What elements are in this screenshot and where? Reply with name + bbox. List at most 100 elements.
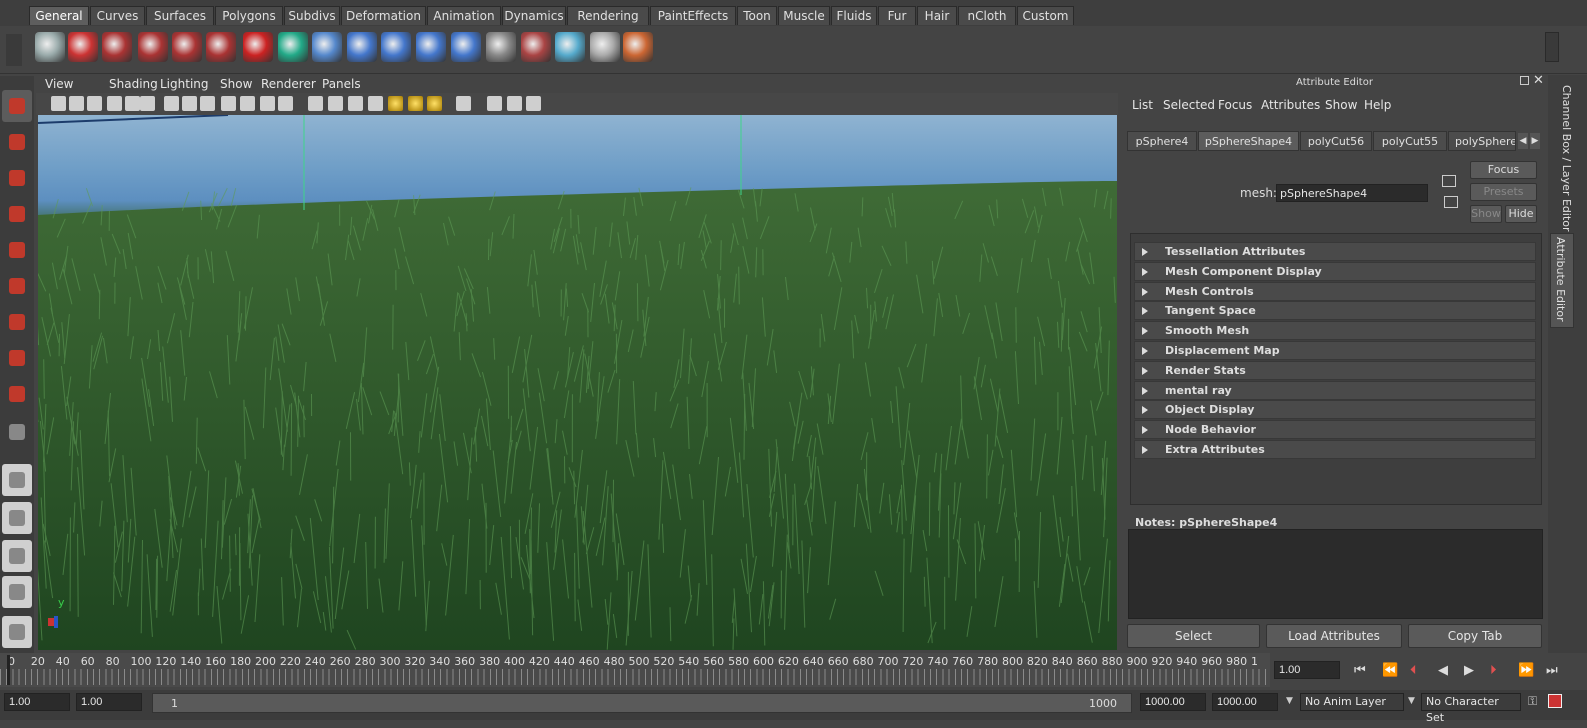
side-tab-attribute-editor[interactable]: Attribute Editor — [1554, 237, 1567, 322]
hierarchy2-icon[interactable] — [381, 32, 411, 62]
side-tab-channel-box[interactable]: Channel Box / Layer Editor — [1560, 85, 1573, 232]
shelf-tab-dynamics[interactable]: Dynamics — [502, 6, 566, 25]
viewport-tool-icon[interactable] — [125, 96, 140, 111]
last-tool-icon[interactable] — [2, 378, 32, 410]
tab-scroll-left-icon[interactable]: ◀ — [1518, 133, 1528, 149]
viewport-tool-icon[interactable] — [69, 96, 84, 111]
ae-menu-show[interactable]: Show — [1325, 98, 1357, 112]
node-tab-psphereshape4[interactable]: pSphereShape4 — [1198, 131, 1299, 151]
viewport-tool-icon[interactable] — [328, 96, 343, 111]
viewport-tool-icon[interactable] — [221, 96, 236, 111]
range-slider[interactable]: 1 1000 — [152, 693, 1132, 713]
tab-scroll-right-icon[interactable]: ▶ — [1530, 133, 1540, 149]
sphere-cube-icon[interactable] — [555, 32, 585, 62]
output-connection-icon[interactable] — [1444, 196, 1458, 208]
step-back-key-icon[interactable]: ⏪ — [1382, 663, 1398, 678]
section-object-display[interactable]: Object Display — [1134, 400, 1536, 420]
viewport-tool-icon[interactable] — [240, 96, 255, 111]
node-tab-psphere4[interactable]: pSphere4 — [1127, 131, 1197, 151]
section-node-behavior[interactable]: Node Behavior — [1134, 420, 1536, 440]
viewport-tool-icon[interactable] — [348, 96, 363, 111]
viewport-tool-icon[interactable] — [408, 96, 423, 111]
menu-view[interactable]: View — [45, 77, 73, 91]
end-time-field[interactable] — [1212, 693, 1278, 711]
input-connection-icon[interactable] — [1442, 175, 1456, 187]
ae-menu-help[interactable]: Help — [1364, 98, 1391, 112]
viewport-tool-icon[interactable] — [388, 96, 403, 111]
section-extra-attributes[interactable]: Extra Attributes — [1134, 440, 1536, 459]
step-forward-key-icon[interactable]: ⏩ — [1518, 663, 1534, 678]
blank-icon[interactable] — [2, 416, 32, 448]
manipulator-icon[interactable] — [2, 306, 32, 338]
shelf-tab-painteffects[interactable]: PaintEffects — [650, 6, 736, 25]
hierarchy4-icon[interactable] — [451, 32, 481, 62]
shelf-tab-custom[interactable]: Custom — [1017, 6, 1074, 25]
viewport-tool-icon[interactable] — [308, 96, 323, 111]
camera-aim-icon[interactable] — [138, 32, 168, 62]
play-backward-icon[interactable]: ◀ — [1438, 663, 1448, 678]
viewport-tool-icon[interactable] — [368, 96, 383, 111]
shelf-tab-curves[interactable]: Curves — [90, 6, 145, 25]
anim-layer-dropdown-icon[interactable]: ▼ — [1286, 696, 1293, 706]
time-slider[interactable]: 0 20 40 60 80 100 120 140 160 180 200 220 240 260 280 3… — [0, 653, 1270, 687]
menu-show[interactable]: Show — [220, 77, 252, 91]
go-to-start-icon[interactable]: ⏮ — [1354, 663, 1366, 678]
viewport-tool-icon[interactable] — [164, 96, 179, 111]
sphere-icon[interactable] — [312, 32, 342, 62]
viewport-tool-icon[interactable] — [278, 96, 293, 111]
paint-icon[interactable] — [623, 32, 653, 62]
shelf-tab-muscle[interactable]: Muscle — [778, 6, 830, 25]
load-attributes-button[interactable]: Load Attributes — [1266, 624, 1402, 648]
viewport-tool-icon[interactable] — [140, 96, 155, 111]
arrow-icon[interactable] — [278, 32, 308, 62]
hierarchy3-icon[interactable] — [416, 32, 446, 62]
viewport-tool-icon[interactable] — [456, 96, 471, 111]
focus-button[interactable]: Focus — [1470, 161, 1537, 179]
ae-menu-selected[interactable]: Selected — [1163, 98, 1215, 112]
copy-tab-button[interactable]: Copy Tab — [1408, 624, 1542, 648]
select-tool-icon[interactable] — [2, 90, 32, 122]
hide-button[interactable]: Hide — [1505, 205, 1537, 223]
shelf-tab-surfaces[interactable]: Surfaces — [146, 6, 214, 25]
shelf-tab-polygons[interactable]: Polygons — [215, 6, 283, 25]
camera-icon[interactable] — [102, 32, 132, 62]
select-button[interactable]: Select — [1127, 624, 1260, 648]
playback-start-field[interactable] — [76, 693, 142, 711]
shelf-tab-fur[interactable]: Fur — [878, 6, 916, 25]
paint-select-icon[interactable] — [2, 162, 32, 194]
section-tessellation-attributes[interactable]: Tessellation Attributes — [1134, 242, 1536, 261]
hierarchy-icon[interactable] — [347, 32, 377, 62]
menu-panels[interactable]: Panels — [322, 77, 361, 91]
soft-mod-icon[interactable] — [2, 342, 32, 374]
node-tab-polycut55[interactable]: polyCut55 — [1373, 131, 1447, 151]
anim-layer-select[interactable]: No Anim Layer — [1300, 693, 1404, 711]
graph-view-icon[interactable] — [2, 576, 32, 608]
rotate-tool-icon[interactable] — [2, 234, 32, 266]
section-render-stats[interactable]: Render Stats — [1134, 360, 1536, 380]
shelf-scroll[interactable] — [1545, 32, 1559, 62]
section-mesh-controls[interactable]: Mesh Controls — [1134, 281, 1536, 301]
viewport-tool-icon[interactable] — [51, 96, 66, 111]
hypershade-view-icon[interactable] — [2, 616, 32, 648]
viewport-tool-icon[interactable] — [87, 96, 102, 111]
viewport-tool-icon[interactable] — [507, 96, 522, 111]
preferences-icon[interactable] — [1548, 694, 1562, 708]
menu-lighting[interactable]: Lighting — [160, 77, 209, 91]
outliner-view-icon[interactable] — [2, 540, 32, 572]
shelf-tab-general[interactable]: General — [29, 6, 89, 25]
shelf-tab-rendering[interactable]: Rendering — [567, 6, 649, 25]
camera-aim-up-icon[interactable] — [172, 32, 202, 62]
presets-button[interactable]: Presets — [1470, 183, 1537, 201]
four-view-icon[interactable] — [2, 502, 32, 534]
shelf-handle[interactable] — [6, 34, 22, 66]
shelf-tab-toon[interactable]: Toon — [737, 6, 777, 25]
step-back-frame-icon[interactable]: ⏴ — [1410, 663, 1417, 678]
section-mental-ray[interactable]: mental ray — [1134, 380, 1536, 400]
camera-move-icon[interactable] — [206, 32, 236, 62]
menu-renderer[interactable]: Renderer — [261, 77, 316, 91]
start-time-field[interactable] — [4, 693, 70, 711]
move-tool-icon[interactable] — [2, 198, 32, 230]
show-button[interactable]: Show — [1470, 205, 1502, 223]
shelf-tab-hair[interactable]: Hair — [917, 6, 957, 25]
stack-icon[interactable] — [521, 32, 551, 62]
